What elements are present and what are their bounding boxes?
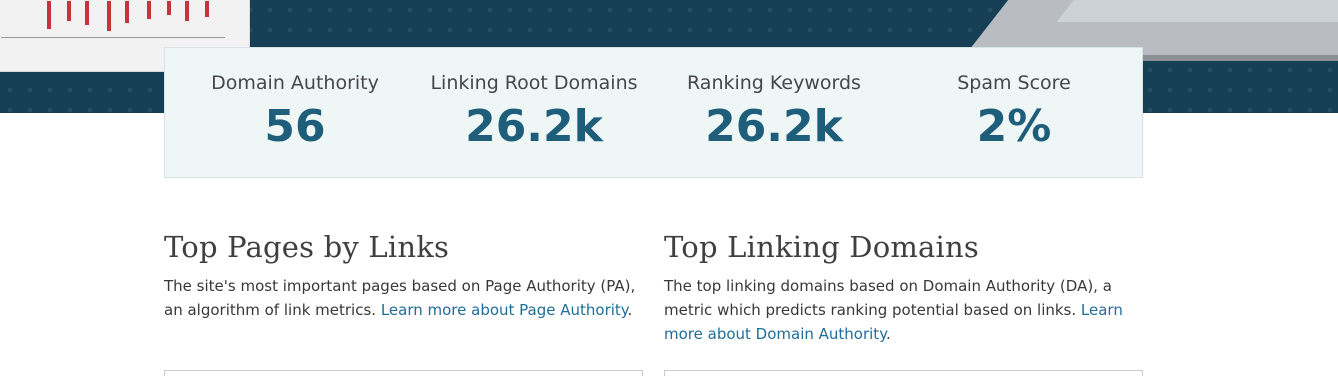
section-title: Top Pages by Links [164,230,450,264]
hero-chart-bar [125,1,129,23]
hero-chart-bar [185,1,189,21]
metric-label: Linking Root Domains [430,72,638,94]
metric-value: 26.2k [465,101,603,152]
learn-more-page-authority-link[interactable]: Learn more about Page Authority [381,301,628,319]
section-title: Top Linking Domains [664,230,979,264]
description-text: The top linking domains based on Domain … [664,277,1112,319]
page: Domain Authority 56 Linking Root Domains… [0,0,1338,376]
metric-label: Ranking Keywords [687,72,861,94]
metrics-card: Domain Authority 56 Linking Root Domains… [164,47,1143,178]
hero-chart-bar [47,1,51,29]
hero-chart-bar [67,1,71,21]
description-tail: . [885,325,891,343]
hero-laptop-screen [1056,0,1338,22]
metric-label: Spam Score [957,72,1071,94]
metric-value: 56 [264,101,326,152]
hero-chart-bar [147,1,151,19]
hero-chart-bar [205,1,209,17]
top-pages-table [164,370,643,376]
top-domains-table [664,370,1143,376]
section-description: The top linking domains based on Domain … [664,274,1144,346]
hero-chart-bar [167,1,171,15]
top-domains-section: Top Linking Domains The top linking doma… [664,228,1144,346]
section-description: The site's most important pages based on… [164,274,644,322]
top-pages-section: Top Pages by Links The site's most impor… [164,228,644,322]
metric-value: 2% [976,101,1052,152]
description-tail: . [627,301,633,319]
hero-chart-baseline [1,37,225,38]
hero-chart-bar [107,1,111,31]
metric-label: Domain Authority [211,72,379,94]
metric-value: 26.2k [705,101,843,152]
hero-chart-bar [85,1,89,25]
